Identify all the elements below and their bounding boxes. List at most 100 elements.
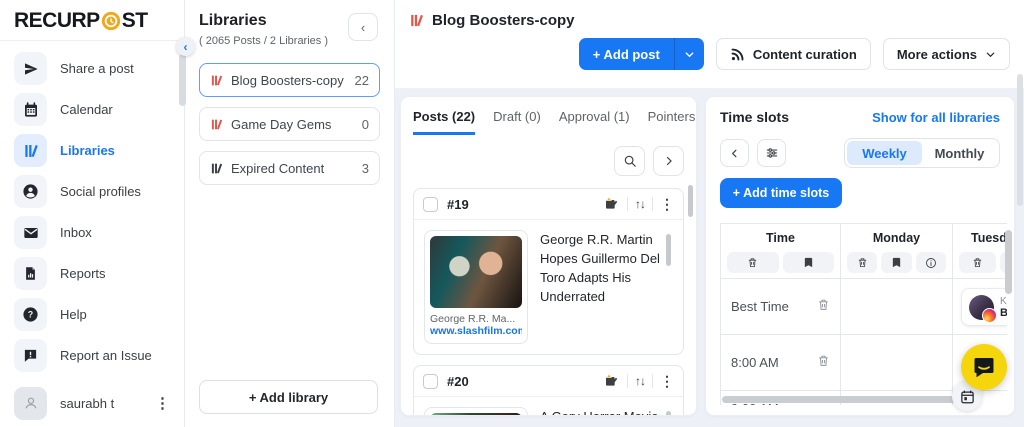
sliders-icon (766, 148, 777, 158)
logo-clock-icon (101, 11, 121, 31)
books-icon (210, 118, 223, 131)
slots-back-button[interactable] (720, 139, 749, 167)
reorder-icon[interactable]: ↑↓ (635, 197, 646, 211)
show-all-libraries-link[interactable]: Show for all libraries (872, 110, 1000, 125)
page-scrollbar[interactable] (1017, 74, 1023, 206)
libraries-list: Blog Boosters-copy 22 Game Day Gems 0 Ex… (199, 63, 380, 185)
sidebar-user[interactable]: saurabh t ⋮ (0, 385, 184, 427)
libraries-collapse-button[interactable]: ‹ (348, 13, 378, 41)
delete-column-button[interactable] (727, 252, 779, 273)
sidebar-item-report-an-issue[interactable]: Report an Issue (0, 335, 184, 376)
expand-panel-button[interactable] (653, 146, 684, 176)
sidebar-item-label: Share a post (60, 61, 134, 76)
sidebar-item-label: Report an Issue (60, 348, 152, 363)
copy-column-button[interactable] (782, 252, 834, 273)
main-area: Blog Boosters-copy + Add post Content cu… (395, 0, 1024, 427)
edit-warning-icon[interactable] (604, 373, 620, 389)
post-text-scrollbar[interactable] (666, 234, 671, 266)
add-post-button[interactable]: + Add post (579, 47, 674, 62)
library-item-game-day-gems[interactable]: Game Day Gems 0 (199, 107, 380, 141)
trash-icon (858, 258, 866, 268)
delete-slot-button[interactable] (817, 354, 830, 372)
link-preview[interactable]: George R.R. Ma... www.slashfilm.com (424, 230, 528, 344)
tab-approval[interactable]: Approval (1) (559, 109, 630, 135)
chat-widget-button[interactable] (961, 344, 1007, 390)
delete-column-button[interactable] (959, 252, 997, 273)
tab-draft[interactable]: Draft (0) (493, 109, 541, 135)
post-thumbnail-image (430, 236, 522, 308)
post-text-scrollbar[interactable] (666, 411, 671, 415)
sidebar-item-social-profiles[interactable]: Social profiles (0, 171, 184, 212)
slot-cell-monday-best-time[interactable] (841, 279, 952, 335)
info-column-button[interactable] (915, 252, 946, 273)
table-horizontal-scrollbar[interactable] (722, 396, 978, 403)
sidebar-item-label: Reports (60, 266, 106, 281)
library-item-expired-content[interactable]: Expired Content 3 (199, 151, 380, 185)
table-vertical-scrollbar[interactable] (1005, 230, 1012, 294)
view-toggle: Weekly Monthly (844, 138, 1000, 168)
library-item-blog-boosters-copy[interactable]: Blog Boosters-copy 22 (199, 63, 380, 97)
column-header-time: Time (766, 231, 795, 245)
library-name: Game Day Gems (231, 116, 332, 132)
sidebar-scrollbar[interactable] (179, 54, 186, 106)
weekly-toggle[interactable]: Weekly (847, 141, 922, 165)
chat-bubble-icon (974, 358, 994, 378)
monthly-toggle[interactable]: Monthly (922, 141, 997, 165)
search-icon (624, 155, 636, 167)
chevron-left-icon (731, 149, 737, 157)
more-actions-button[interactable]: More actions (882, 38, 1010, 70)
sidebar-item-calendar[interactable]: Calendar (0, 89, 184, 130)
books-icon (210, 74, 223, 87)
slots-filter-button[interactable] (757, 139, 786, 167)
delete-column-button[interactable] (847, 252, 878, 273)
search-button[interactable] (614, 146, 645, 176)
sidebar-item-help[interactable]: ? Help (0, 294, 184, 335)
trash-icon (819, 299, 828, 310)
sidebar-item-libraries[interactable]: Libraries (0, 130, 184, 171)
sidebar-item-share-a-post[interactable]: Share a post (0, 48, 184, 89)
user-name: saurabh t (60, 395, 115, 411)
add-post-dropdown-button[interactable] (673, 38, 704, 70)
content-curation-label: Content curation (752, 46, 857, 62)
sidebar-item-inbox[interactable]: Inbox (0, 212, 184, 253)
content-curation-button[interactable]: Content curation (715, 38, 871, 70)
sidebar-item-reports[interactable]: Reports (0, 253, 184, 294)
scheduled-slot-card[interactable]: Karl Do Best T (961, 288, 1007, 326)
post-checkbox[interactable] (423, 196, 438, 212)
slot-label: Best T (1000, 307, 1007, 319)
slot-cell-tuesday-best-time: Karl Do Best T (953, 279, 1007, 335)
sidebar-item-label: Calendar (60, 102, 113, 117)
page-title: Blog Boosters-copy (432, 12, 575, 29)
sidebar: RECURP ST Share a post Calendar Librarie… (0, 0, 186, 427)
add-time-slots-button[interactable]: + Add time slots (720, 178, 842, 208)
post-menu-kebab-icon[interactable]: ⋮ (660, 196, 674, 213)
link-preview-url[interactable]: www.slashfilm.com (430, 325, 522, 337)
column-header-monday: Monday (872, 231, 921, 245)
user-menu-kebab-icon[interactable]: ⋮ (155, 394, 170, 412)
sidebar-collapse-button[interactable]: ‹ (176, 37, 195, 56)
tab-posts[interactable]: Posts (22) (413, 109, 476, 135)
logo-text-right: ST (121, 9, 148, 32)
report-doc-icon (14, 257, 47, 290)
copy-column-button[interactable] (881, 252, 912, 273)
slot-cell-monday-8am[interactable] (841, 335, 952, 391)
delete-slot-button[interactable] (817, 298, 830, 316)
library-count: 0 (361, 116, 369, 132)
add-library-button[interactable]: + Add library (199, 380, 378, 414)
post-menu-kebab-icon[interactable]: ⋮ (660, 373, 674, 390)
edit-warning-icon[interactable] (604, 196, 620, 212)
recurpost-logo[interactable]: RECURP ST (0, 0, 184, 41)
post-number: #20 (447, 373, 469, 389)
post-checkbox[interactable] (423, 373, 438, 389)
info-icon (925, 257, 936, 268)
book-icon (892, 257, 901, 268)
post-list-scrollbar[interactable] (688, 185, 693, 217)
profile-avatar-instagram (969, 294, 997, 323)
header-actions: + Add post Content curation More actions (578, 38, 1010, 70)
library-name: Blog Boosters-copy (231, 72, 344, 88)
tab-pointers[interactable]: Pointers (648, 109, 696, 135)
reorder-icon[interactable]: ↑↓ (635, 374, 646, 388)
link-preview[interactable] (424, 407, 528, 415)
sidebar-item-label: Help (60, 307, 87, 322)
time-row-best-time: Best Time (721, 279, 840, 335)
